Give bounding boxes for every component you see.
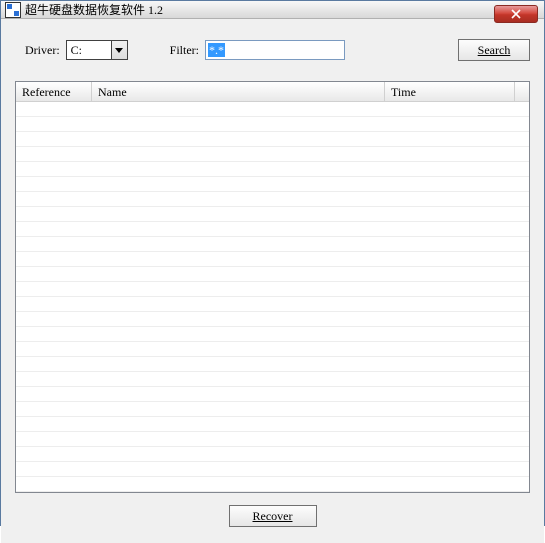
app-icon: [5, 2, 21, 18]
table-row: [16, 402, 529, 417]
table-row: [16, 432, 529, 447]
driver-label: Driver:: [25, 43, 60, 58]
table-row: [16, 312, 529, 327]
titlebar: 超牛硬盘数据恢复软件 1.2: [1, 1, 544, 19]
filter-label: Filter:: [170, 43, 199, 58]
controls-row: Driver: C: Filter: *.* Search: [15, 39, 530, 61]
driver-combo[interactable]: C:: [66, 40, 128, 60]
table-row: [16, 222, 529, 237]
column-reference[interactable]: Reference: [16, 82, 92, 101]
column-time[interactable]: Time: [385, 82, 515, 101]
table-row: [16, 192, 529, 207]
close-button[interactable]: [494, 5, 538, 23]
table-row: [16, 342, 529, 357]
table-row: [16, 207, 529, 222]
table-row: [16, 147, 529, 162]
results-table: Reference Name Time: [15, 81, 530, 493]
table-row: [16, 177, 529, 192]
chevron-down-icon: [111, 41, 127, 59]
search-button[interactable]: Search: [458, 39, 530, 61]
recover-button[interactable]: Recover: [229, 505, 317, 527]
filter-input[interactable]: *.*: [205, 40, 345, 60]
table-row: [16, 162, 529, 177]
table-row: [16, 327, 529, 342]
table-row: [16, 102, 529, 117]
table-row: [16, 417, 529, 432]
table-row: [16, 447, 529, 462]
client-area: Driver: C: Filter: *.* Search Reference …: [1, 19, 544, 543]
table-row: [16, 267, 529, 282]
column-name[interactable]: Name: [92, 82, 385, 101]
table-row: [16, 132, 529, 147]
table-body[interactable]: [16, 102, 529, 492]
column-spacer: [515, 82, 529, 101]
window-title: 超牛硬盘数据恢复软件 1.2: [25, 1, 163, 18]
table-row: [16, 387, 529, 402]
filter-input-value: *.*: [208, 43, 225, 57]
footer: Recover: [15, 493, 530, 533]
table-header: Reference Name Time: [16, 82, 529, 102]
table-row: [16, 477, 529, 492]
driver-combo-value: C:: [67, 41, 111, 59]
table-row: [16, 297, 529, 312]
table-row: [16, 252, 529, 267]
app-window: 超牛硬盘数据恢复软件 1.2 Driver: C: Filter: *.* Se…: [0, 0, 545, 526]
table-row: [16, 237, 529, 252]
table-row: [16, 117, 529, 132]
table-row: [16, 357, 529, 372]
close-icon: [511, 9, 521, 19]
table-row: [16, 462, 529, 477]
table-row: [16, 282, 529, 297]
table-row: [16, 372, 529, 387]
